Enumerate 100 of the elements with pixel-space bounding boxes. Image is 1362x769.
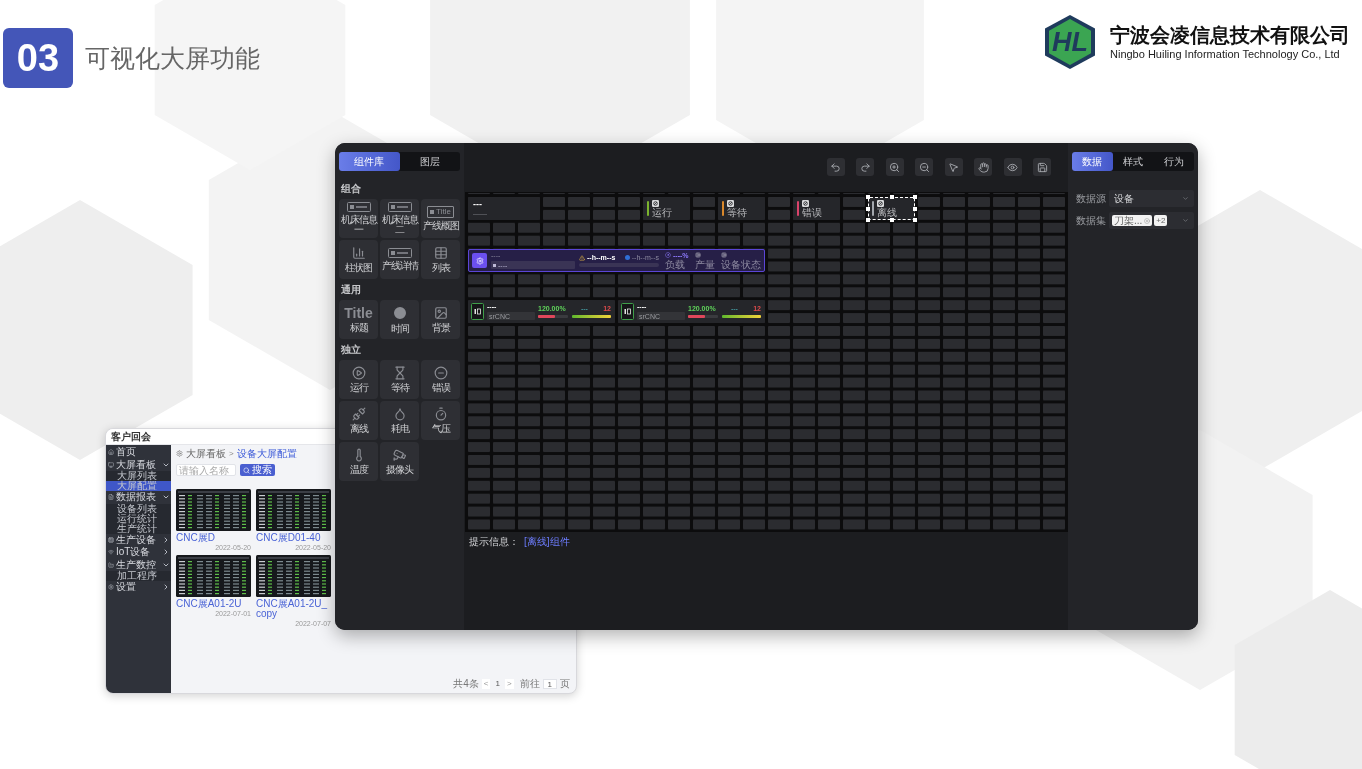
field-label: 数据集 — [1075, 215, 1107, 226]
image-icon — [433, 306, 448, 320]
tab[interactable]: 图层 — [399, 152, 460, 171]
tag-text: 刀架... — [1114, 215, 1143, 226]
zoom-out-button[interactable] — [915, 158, 933, 176]
card-title[interactable]: CNC展D — [176, 533, 215, 543]
tab[interactable]: 数据 — [1072, 152, 1113, 171]
sidebar-subitem[interactable]: 大屏配置 — [106, 481, 171, 491]
status-chip-icon — [652, 199, 659, 207]
tab[interactable]: 样式 — [1112, 152, 1154, 171]
component-tile[interactable]: 运行 — [339, 360, 378, 399]
sidebar-subitem[interactable]: 运行统计 — [106, 513, 171, 524]
component-tile[interactable]: 耗电 — [380, 401, 419, 440]
resize-handle[interactable] — [889, 218, 894, 222]
sidebar-subitem[interactable]: 设备列表 — [106, 503, 171, 514]
component-tile[interactable]: Title 产线概图 — [421, 199, 460, 238]
search-button[interactable]: 搜索 — [240, 464, 275, 476]
card-title[interactable]: CNC展A01-2U_copy — [256, 599, 331, 619]
play-icon — [351, 366, 366, 380]
save-button[interactable] — [1033, 158, 1051, 176]
sidebar-subitem[interactable]: 生产统计 — [106, 523, 171, 534]
component-tile[interactable]: 机床信息二 — [380, 199, 419, 238]
select-tool-button[interactable] — [944, 158, 963, 176]
preview-button[interactable] — [1003, 158, 1022, 176]
resize-handle[interactable] — [866, 195, 870, 199]
card-title[interactable]: CNC展D01-40 — [256, 533, 321, 543]
resize-handle[interactable] — [913, 218, 917, 222]
warning-icon — [579, 254, 585, 261]
component-tile[interactable]: 背景 — [421, 300, 460, 339]
component-tile[interactable]: 柱状图 — [339, 240, 378, 279]
component-tile[interactable]: 产线详情 — [380, 240, 419, 279]
breadcrumb-link[interactable]: 设备大屏配置 — [236, 448, 297, 459]
tab[interactable]: 行为 — [1153, 152, 1194, 171]
undo-icon — [830, 161, 841, 173]
breadcrumb-link[interactable]: 大屏看板 — [186, 448, 226, 459]
pan-tool-button[interactable] — [974, 158, 992, 176]
data-source-select[interactable]: 设备 — [1109, 190, 1194, 207]
status-widget[interactable]: 错误 — [793, 197, 840, 220]
settings-icon — [108, 584, 114, 591]
document-icon — [108, 494, 114, 501]
resize-handle[interactable] — [913, 195, 917, 199]
sidebar-item[interactable]: 生产设备 — [106, 533, 171, 546]
sidebar-item[interactable]: 数据报表 — [106, 491, 171, 504]
component-tile[interactable]: 时间 — [380, 300, 419, 339]
page-input[interactable]: 1 — [542, 679, 557, 689]
droplet-icon — [392, 407, 407, 421]
status-chip-icon — [802, 199, 809, 207]
chip-icon — [108, 536, 114, 543]
component-tile[interactable]: 机床信息一 — [339, 199, 378, 238]
component-tile[interactable]: 列表 — [421, 240, 460, 279]
status-widget[interactable]: 运行 — [643, 197, 690, 220]
field-label: 数据源 — [1075, 193, 1107, 204]
bar-chart-icon — [351, 246, 366, 260]
sidebar-item[interactable]: 设置 — [106, 581, 171, 594]
resize-handle[interactable] — [866, 206, 870, 211]
sidebar-item[interactable]: IoT设备 — [106, 546, 171, 559]
component-tile[interactable]: Title 标题 — [339, 300, 378, 339]
panel-icon — [346, 202, 371, 212]
sidebar-subitem[interactable]: 加工程序 — [106, 571, 171, 581]
resize-handle[interactable] — [889, 195, 894, 199]
zoom-out-icon — [918, 161, 930, 173]
sidebar-item[interactable]: 生产数控 — [106, 558, 171, 571]
gauge-icon — [665, 252, 671, 258]
component-tile[interactable]: 摄像头 — [380, 442, 419, 481]
metric-label: 产量 — [694, 259, 715, 270]
status-widget[interactable]: 等待 — [718, 197, 765, 220]
gear-icon — [176, 450, 183, 457]
camera-icon — [392, 448, 407, 462]
tab[interactable]: 组件库 — [339, 152, 400, 171]
zoom-in-button[interactable] — [885, 158, 904, 176]
sidebar-subitem[interactable]: 大屏列表 — [106, 471, 171, 481]
card-title[interactable]: CNC展A01-2U — [176, 599, 242, 609]
hourglass-icon — [392, 366, 407, 380]
resize-handle[interactable] — [866, 218, 870, 222]
page-suffix: 页 — [560, 679, 570, 689]
redo-button[interactable] — [856, 158, 874, 176]
component-tile[interactable]: 错误 — [421, 360, 460, 399]
undo-button[interactable] — [826, 158, 845, 176]
resize-handle[interactable] — [913, 206, 917, 211]
metric-label: 设备状态 — [720, 259, 761, 270]
factory-icon — [108, 561, 114, 568]
breadcrumb-separator: > — [229, 449, 234, 458]
sidebar-item[interactable]: 首页 — [106, 446, 171, 459]
component-tile[interactable]: 离线 — [339, 401, 378, 440]
group-heading: 通用 — [340, 285, 362, 295]
component-tile[interactable]: 气压 — [421, 401, 460, 440]
pointer-icon — [948, 161, 959, 173]
clock-icon — [391, 305, 408, 321]
component-tile[interactable]: 温度 — [339, 442, 378, 481]
chevron-down-icon — [1182, 217, 1189, 224]
page-number[interactable]: 1 — [493, 679, 502, 689]
component-tile[interactable]: 等待 — [380, 360, 419, 399]
search-field[interactable]: 请输入名称 — [176, 464, 236, 476]
metric-label: 负载 — [665, 259, 685, 270]
sidebar-item[interactable]: 大屏看板 — [106, 458, 171, 471]
square-icon — [493, 263, 496, 267]
zoom-in-icon — [889, 161, 900, 173]
dataset-select[interactable]: 刀架... +2 — [1109, 212, 1194, 229]
status-chip-icon — [727, 199, 734, 207]
status-widget[interactable]: 离线 — [868, 197, 915, 220]
